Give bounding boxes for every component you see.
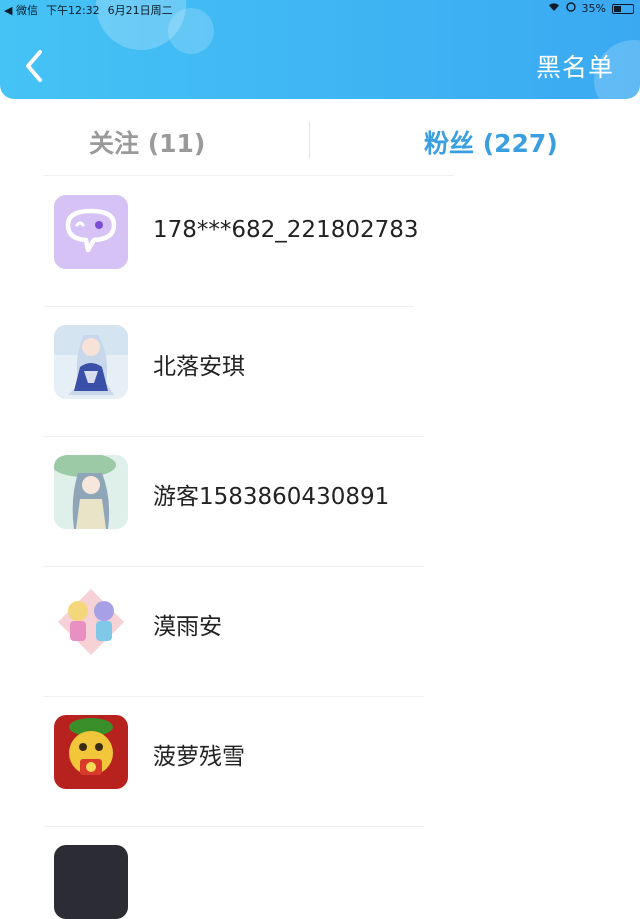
anime-girl-blue-dress-avatar-icon <box>54 325 128 399</box>
anime-girl-umbrella-avatar-icon <box>54 455 128 529</box>
avatar <box>54 585 128 659</box>
orientation-lock-icon <box>565 2 576 15</box>
fan-name: 178***682_221802783 <box>153 217 419 243</box>
list-item[interactable]: 178***682_221802783 <box>54 195 614 269</box>
list-item[interactable] <box>54 845 614 919</box>
battery-percent: 35% <box>581 2 606 15</box>
fan-name: 游客1583860430891 <box>153 484 390 510</box>
status-date: 6月21日周二 <box>107 4 173 17</box>
avatar <box>54 325 128 399</box>
list-divider <box>44 306 414 307</box>
battery-icon <box>612 3 634 14</box>
list-item[interactable]: 游客1583860430891 <box>54 455 614 529</box>
list-divider <box>44 175 454 176</box>
list-item[interactable]: 菠萝残雪 <box>54 715 614 789</box>
avatar <box>54 455 128 529</box>
header-bar: ◀ 微信 下午12:32 6月21日周二 35% 黑名单 <box>0 0 640 99</box>
list-item[interactable]: 漠雨安 <box>54 585 614 659</box>
tab-following[interactable]: 关注 (11) <box>89 124 205 160</box>
tab-divider <box>309 122 310 158</box>
list-divider <box>44 696 424 697</box>
fan-name: 菠萝残雪 <box>153 744 245 770</box>
fan-name: 漠雨安 <box>153 614 222 640</box>
chibi-twins-avatar-icon <box>54 585 128 659</box>
list-divider <box>44 436 424 437</box>
list-item[interactable]: 北落安琪 <box>54 325 614 399</box>
status-bar: ◀ 微信 下午12:32 6月21日周二 35% <box>0 0 640 18</box>
avatar <box>54 845 128 919</box>
tab-bar: 关注 (11) 粉丝 (227) <box>0 118 640 164</box>
avatar <box>54 195 128 269</box>
wifi-icon <box>548 2 560 15</box>
tab-fans[interactable]: 粉丝 (227) <box>424 124 558 160</box>
list-divider <box>44 826 424 827</box>
status-time: 下午12:32 <box>45 4 100 17</box>
yellow-mascot-avatar-icon <box>54 715 128 789</box>
back-to-app-link[interactable]: ◀ 微信 <box>4 2 38 18</box>
chevron-left-icon <box>26 50 42 82</box>
back-button[interactable] <box>20 46 50 86</box>
chat-bubble-avatar-icon <box>54 195 128 269</box>
list-divider <box>44 566 424 567</box>
avatar <box>54 715 128 789</box>
fan-name: 北落安琪 <box>153 354 245 380</box>
blacklist-button[interactable]: 黑名单 <box>536 48 614 84</box>
